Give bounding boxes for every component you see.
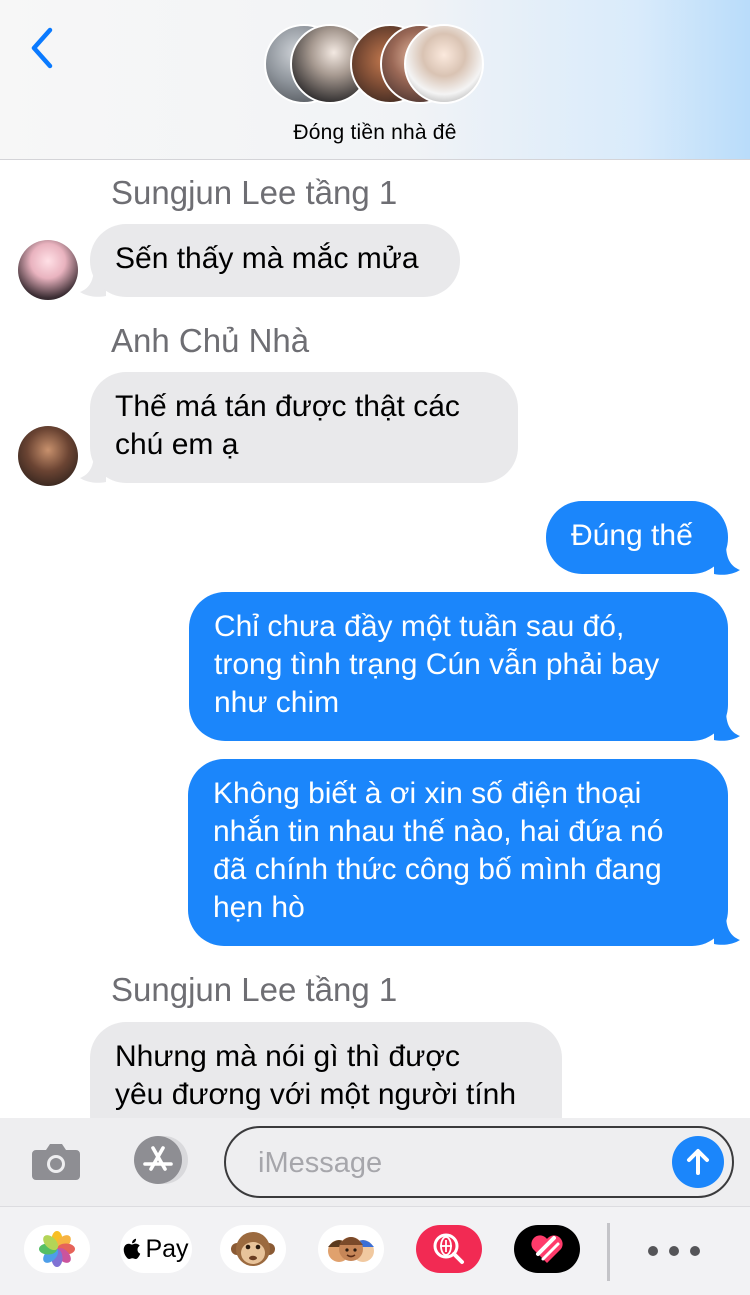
conversation-header: Đóng tiền nhà đê xyxy=(0,0,750,160)
send-button[interactable] xyxy=(672,1136,724,1188)
digital-touch-icon xyxy=(531,1235,563,1263)
camera-button[interactable] xyxy=(30,1134,82,1186)
sender-avatar[interactable] xyxy=(18,426,78,486)
photos-app-button[interactable] xyxy=(24,1225,90,1273)
app-drawer: Pay xyxy=(0,1206,750,1295)
sender-name: Sungjun Lee tầng 1 xyxy=(111,174,398,211)
apple-pay-label: Pay xyxy=(145,1234,189,1263)
arrow-up-icon xyxy=(687,1149,709,1175)
message-text: Sến thấy mà mắc mửa xyxy=(115,242,419,275)
app-store-icon xyxy=(134,1136,188,1184)
drawer-divider xyxy=(607,1223,610,1281)
sender-name: Sungjun Lee tầng 1 xyxy=(111,971,398,1008)
image-search-icon xyxy=(433,1233,464,1264)
group-title[interactable]: Đóng tiền nhà đê xyxy=(0,121,750,145)
image-search-app-button[interactable] xyxy=(416,1225,482,1273)
apple-pay-icon xyxy=(124,1238,141,1259)
outgoing-message-bubble[interactable]: Chỉ chưa đầy một tuần sau đó, trong tình… xyxy=(189,592,728,741)
message-text: nhắn tin nhau thế nào, hai đứa nó xyxy=(213,815,664,848)
incoming-message-bubble[interactable]: Thế má tán được thật các chú em ạ xyxy=(90,372,518,483)
compose-bar xyxy=(0,1118,750,1206)
more-icon xyxy=(669,1246,679,1256)
message-input[interactable] xyxy=(256,1128,660,1198)
more-icon xyxy=(648,1246,658,1256)
message-text: như chim xyxy=(214,686,340,719)
chevron-left-icon xyxy=(31,27,53,69)
incoming-message-bubble[interactable]: Sến thấy mà mắc mửa xyxy=(90,224,460,297)
back-button[interactable] xyxy=(22,24,62,72)
group-avatar-stack[interactable] xyxy=(264,24,488,108)
digital-touch-app-button[interactable] xyxy=(514,1225,580,1273)
message-text: yêu đương với một người tính xyxy=(115,1078,517,1111)
message-text: trong tình trạng Cún vẫn phải bay xyxy=(214,648,660,681)
message-text: chú em ạ xyxy=(115,428,239,461)
sender-name: Anh Chủ Nhà xyxy=(111,322,310,359)
message-text: Đúng thế xyxy=(571,519,693,552)
message-text: Thế má tán được thật các xyxy=(115,390,460,423)
animoji-app-button[interactable] xyxy=(220,1225,286,1273)
more-icon xyxy=(690,1246,700,1256)
photos-icon xyxy=(39,1231,75,1267)
message-text: hẹn hò xyxy=(213,891,305,924)
group-member-avatar xyxy=(404,24,484,104)
message-text: Không biết à ơi xin số điện thoại xyxy=(213,777,642,810)
message-text: đã chính thức công bố mình đang xyxy=(213,853,662,886)
outgoing-message-bubble[interactable]: Không biết à ơi xin số điện thoại nhắn t… xyxy=(188,759,728,946)
memoji-app-button[interactable] xyxy=(318,1225,384,1273)
monkey-animoji-icon xyxy=(231,1232,275,1266)
apple-pay-button[interactable]: Pay xyxy=(120,1225,192,1273)
more-apps-button[interactable] xyxy=(648,1233,700,1269)
app-store-button[interactable] xyxy=(126,1134,190,1186)
message-input-container xyxy=(224,1126,734,1198)
camera-icon xyxy=(32,1144,80,1180)
message-text: Chỉ chưa đầy một tuần sau đó, xyxy=(214,610,625,643)
outgoing-message-bubble[interactable]: Đúng thế xyxy=(546,501,728,574)
memoji-icon xyxy=(328,1237,374,1262)
sender-avatar[interactable] xyxy=(18,240,78,300)
message-text: Nhưng mà nói gì thì được xyxy=(115,1040,460,1073)
